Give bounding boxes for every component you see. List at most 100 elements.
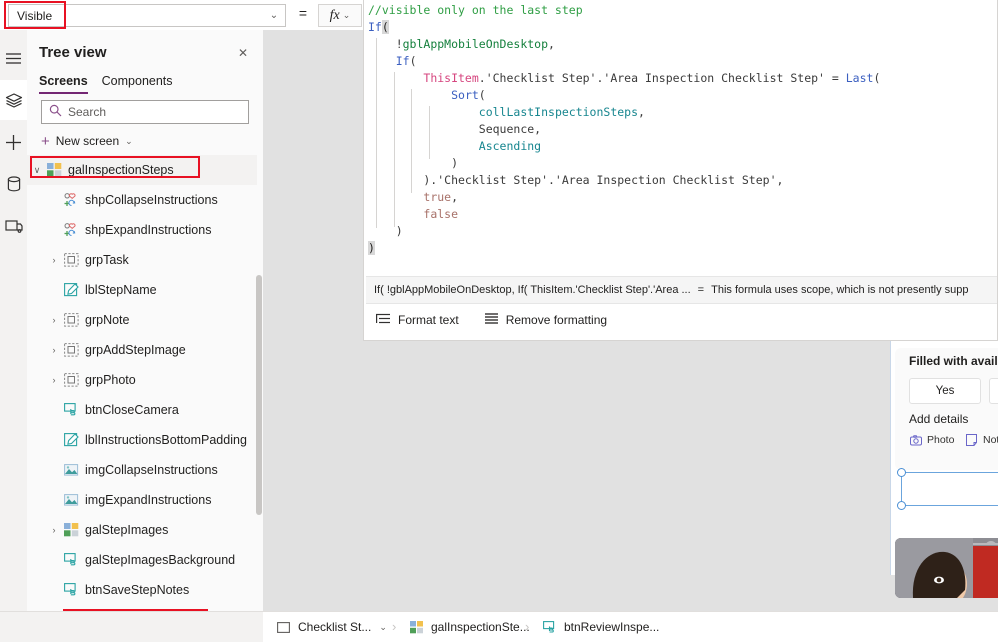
fx-expand-button[interactable]: fx ⌄ [318,4,362,27]
selected-control-bounds[interactable] [897,468,998,510]
tree-item-label: imgCollapseInstructions [85,463,218,477]
formula-line: Ascending [478,139,542,153]
photo-thumbnail [895,538,998,598]
breadcrumb-screen[interactable]: Checklist St... ⌄ [275,612,387,642]
tree-item-grpAddStepImage[interactable]: › grpAddStepImage [27,335,257,365]
fx-icon: fx [329,7,340,23]
resize-handle-top-left[interactable] [897,468,906,477]
label-icon [61,281,81,299]
note-icon [965,434,978,447]
tab-components[interactable]: Components [102,74,173,92]
tree-item-label: imgExpandInstructions [85,493,212,507]
formula-code[interactable]: //visible only on the last step If( !gblA… [364,2,997,274]
formula-line: !gblAppMobileOnDesktop, [368,37,555,51]
tree-item-imgExpandInstructions[interactable]: imgExpandInstructions [27,485,257,515]
tree-view-tabs: Screens Components [39,74,259,98]
formula-line: ).'Checklist Step'.'Area Inspection Chec… [368,173,784,187]
media-icon[interactable] [0,206,27,246]
chevron-down-icon: ⌄ [125,135,133,146]
formula-toolbar: Format text Remove formatting [366,305,997,335]
tree-item-btnSaveStepNotes[interactable]: btnSaveStepNotes [27,575,257,605]
remove-formatting-label: Remove formatting [505,313,608,327]
property-dropdown[interactable]: Visible ⌄ [8,4,286,27]
remove-formatting-icon [484,312,499,328]
chevron-down-icon: ⌄ [342,10,351,20]
chevron-down-icon: ⌄ [269,10,279,21]
tree-item-galInspectionSteps[interactable]: ∨ galInspectionSteps [27,155,257,185]
tree-item-lblInstructionsBottomPadding[interactable]: lblInstructionsBottomPadding [27,425,257,455]
tree-scrollbar[interactable] [256,275,262,515]
insert-plus-icon[interactable] [0,122,27,162]
breadcrumb-control[interactable]: btnReviewInspe... [541,612,659,642]
shape-icon [61,191,81,209]
image-icon [61,461,81,479]
gallery-icon [61,521,81,539]
search-input[interactable]: Search [41,100,249,124]
tree-item-btnCloseCamera[interactable]: btnCloseCamera [27,395,257,425]
chevron-right-icon[interactable]: › [47,255,61,265]
hamburger-menu-icon[interactable] [0,38,27,78]
tree-item-grpTask[interactable]: › grpTask [27,245,257,275]
tree-item-label: lblInstructionsBottomPadding [85,433,247,447]
chevron-right-icon[interactable]: › [47,345,61,355]
breadcrumb-control-label: btnReviewInspe... [564,620,660,634]
breadcrumb-gallery[interactable]: galInspectionSte... [408,612,530,642]
tree-view-icon[interactable] [0,80,27,120]
group-icon [61,311,81,329]
group-icon [61,341,81,359]
question-card: Filled with available Products Yes No N/… [895,348,998,470]
tree-item-label: galStepImagesBackground [85,553,236,567]
chevron-right-icon[interactable]: › [47,525,61,535]
property-dropdown-value: Visible [17,8,53,23]
indent-guide [376,38,377,228]
new-screen-button[interactable]: + New screen ⌄ [41,130,221,152]
tree-item-shpExpandInstructions[interactable]: shpExpandInstructions [27,215,257,245]
tree-item-galStepImagesBackground[interactable]: galStepImagesBackground [27,545,257,575]
chevron-right-icon[interactable]: › [47,375,61,385]
image-icon [61,491,81,509]
group-icon [61,251,81,269]
close-icon[interactable]: ✕ [233,43,253,63]
tree-item-label: grpAddStepImage [85,343,186,357]
detail-note-label: Note [983,434,998,446]
tree-item-label: lblStepName [85,283,157,297]
formula-line: ) [368,241,375,255]
breadcrumb-gallery-label: galInspectionSte... [431,620,530,634]
answer-yes-button[interactable]: Yes [909,378,981,404]
detail-note[interactable]: Note [965,432,998,448]
tree-item-grpNote[interactable]: › grpNote [27,305,257,335]
label-icon [61,431,81,449]
formula-line: If( [395,54,417,68]
detail-photo[interactable]: Photo [909,432,954,448]
add-details-label: Add details [909,412,969,426]
search-placeholder: Search [68,105,107,119]
formula-line: ) [368,224,403,238]
tree-item-label: btnCloseCamera [85,403,179,417]
tree-item-label: btnSaveStepNotes [85,583,190,597]
chevron-down-icon[interactable]: ⌄ [379,622,387,633]
button-icon [541,620,558,635]
tab-screens[interactable]: Screens [39,74,88,94]
resize-handle-bottom-left[interactable] [897,501,906,510]
format-text-label: Format text [398,313,459,327]
formula-error-message: This formula uses scope, which is not pr… [711,284,969,296]
format-text-button[interactable]: Format text [376,313,459,328]
data-cylinder-icon[interactable] [0,164,27,204]
formula-error-equals: = [697,284,705,296]
tree-item-imgCollapseInstructions[interactable]: imgCollapseInstructions [27,455,257,485]
remove-formatting-button[interactable]: Remove formatting [484,312,608,328]
breadcrumb-separator: › [525,619,530,634]
button-icon [61,551,81,569]
gallery-icon [44,161,64,179]
tree-item-lblStepName[interactable]: lblStepName [27,275,257,305]
tree-item-grpPhoto[interactable]: › grpPhoto [27,365,257,395]
search-icon [42,104,68,120]
chevron-down-icon[interactable]: ∨ [30,165,44,176]
breadcrumb-separator: › [392,619,397,634]
indent-guide [411,89,412,193]
tree-item-galStepImages[interactable]: › galStepImages [27,515,257,545]
chevron-right-icon[interactable]: › [47,315,61,325]
tree-item-label: galInspectionSteps [68,163,174,177]
answer-no-button[interactable]: No [989,378,998,404]
tree-item-shpCollapseInstructions[interactable]: shpCollapseInstructions [27,185,257,215]
